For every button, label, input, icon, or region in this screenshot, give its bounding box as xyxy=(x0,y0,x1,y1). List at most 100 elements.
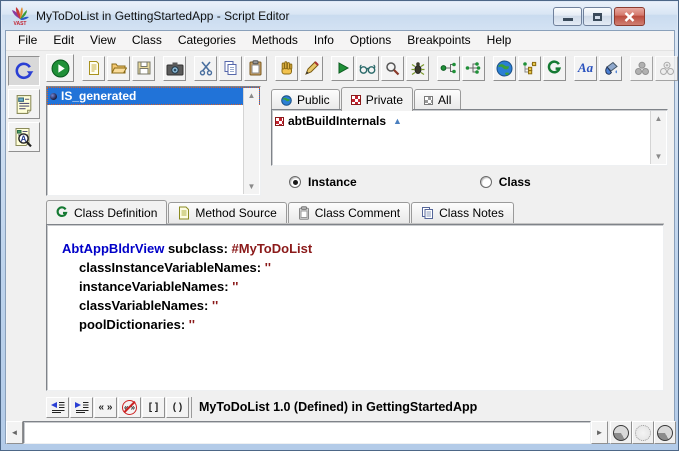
methods-list[interactable]: abtBuildInternals ▲ ▲ ▼ xyxy=(271,109,668,166)
browse-script-button[interactable]: A xyxy=(8,122,40,152)
browse-button[interactable] xyxy=(356,56,379,81)
tab-all[interactable]: All xyxy=(414,89,461,110)
new-document-icon xyxy=(86,60,102,76)
menu-class[interactable]: Class xyxy=(124,31,170,50)
process-indicator-2[interactable] xyxy=(632,421,654,444)
tab-method-source[interactable]: Method Source xyxy=(168,202,286,223)
menu-categories[interactable]: Categories xyxy=(170,31,244,50)
paint-bucket-icon xyxy=(603,61,619,76)
group-filled-button[interactable] xyxy=(630,56,653,81)
process-indicator-3[interactable] xyxy=(654,421,676,444)
tab-public-label: Public xyxy=(297,93,330,107)
tree-collapse-button[interactable] xyxy=(437,56,460,81)
parens-button[interactable]: ( ) xyxy=(166,397,189,418)
code-string: '' xyxy=(212,298,218,313)
save-button[interactable] xyxy=(132,56,155,81)
code-line: poolDictionaries: '' xyxy=(79,315,659,334)
open-button[interactable] xyxy=(107,56,130,81)
camera-icon xyxy=(166,61,184,76)
code-editor[interactable]: AbtAppBldrView subclass: #MyToDoList cla… xyxy=(46,224,664,391)
clipboard-icon xyxy=(248,60,263,76)
screenshot-button[interactable] xyxy=(163,56,186,81)
class-notes-icon xyxy=(421,206,434,220)
fill-color-button[interactable] xyxy=(599,56,622,81)
hand-icon xyxy=(279,60,294,76)
parts-hierarchy-button[interactable] xyxy=(518,56,541,81)
menu-view[interactable]: View xyxy=(82,31,124,50)
script-editor-window: VAST MyToDoList in GettingStartedApp - S… xyxy=(0,0,679,451)
menu-info[interactable]: Info xyxy=(306,31,342,50)
parts-tree-icon xyxy=(522,61,537,76)
pen-button[interactable] xyxy=(300,56,323,81)
all-icon xyxy=(424,96,433,105)
quotes-button[interactable]: « » xyxy=(94,397,117,418)
scroll-up-icon[interactable]: ▲ xyxy=(244,88,259,103)
tab-all-label: All xyxy=(438,93,451,107)
private-method-icon xyxy=(275,117,284,126)
cut-button[interactable] xyxy=(194,56,217,81)
globe-icon xyxy=(496,60,513,77)
refresh-cycle-button[interactable] xyxy=(8,56,40,86)
copy-button[interactable] xyxy=(219,56,242,81)
inspect-button[interactable] xyxy=(381,56,404,81)
menu-methods[interactable]: Methods xyxy=(244,31,306,50)
message-area[interactable] xyxy=(23,421,591,444)
tab-class-definition[interactable]: Class Definition xyxy=(46,200,167,224)
client-area: File Edit View Class Categories Methods … xyxy=(5,30,675,444)
brackets-icon: [ ] xyxy=(149,402,158,413)
scroll-left-button[interactable]: ◄ xyxy=(6,421,23,444)
outdent-button[interactable] xyxy=(46,397,69,418)
new-script-button[interactable] xyxy=(82,56,105,81)
hand-button[interactable] xyxy=(275,56,298,81)
indent-button[interactable] xyxy=(70,397,93,418)
menu-edit[interactable]: Edit xyxy=(45,31,82,50)
maximize-icon xyxy=(593,13,602,21)
menu-breakpoints[interactable]: Breakpoints xyxy=(399,31,478,50)
method-item[interactable]: abtBuildInternals ▲ xyxy=(272,112,667,130)
pie-indicator-icon xyxy=(657,425,673,441)
run-button[interactable] xyxy=(46,54,74,82)
radio-selected-icon xyxy=(289,176,301,188)
paste-button[interactable] xyxy=(244,56,267,81)
play-icon xyxy=(336,61,350,75)
parts-list-scrollbar[interactable]: ▲ ▼ xyxy=(243,88,259,194)
parens-icon: ( ) xyxy=(173,402,182,413)
menu-help[interactable]: Help xyxy=(479,31,520,50)
radio-instance[interactable]: Instance xyxy=(289,175,357,189)
menu-options[interactable]: Options xyxy=(342,31,399,50)
script-page-button[interactable] xyxy=(8,89,40,119)
scroll-right-button[interactable]: ► xyxy=(591,421,608,444)
tab-class-definition-label: Class Definition xyxy=(74,206,157,220)
group-outline-button[interactable] xyxy=(655,56,678,81)
class-definition-button[interactable] xyxy=(543,56,566,81)
web-button[interactable] xyxy=(493,56,516,81)
brackets-button[interactable]: [ ] xyxy=(142,397,165,418)
code-keyword: subclass: xyxy=(164,241,231,256)
scroll-right-icon: ► xyxy=(596,428,604,437)
font-icon: Aa xyxy=(578,60,593,76)
radio-class[interactable]: Class xyxy=(480,175,531,189)
tab-class-comment[interactable]: Class Comment xyxy=(288,202,410,223)
method-label: abtBuildInternals xyxy=(288,114,386,128)
tab-class-notes[interactable]: Class Notes xyxy=(411,202,514,223)
maximize-button[interactable] xyxy=(583,7,612,26)
minimize-button[interactable] xyxy=(553,7,582,26)
font-button[interactable]: Aa xyxy=(574,56,597,81)
no-quotes-button[interactable]: « » xyxy=(118,397,141,418)
close-button[interactable] xyxy=(614,7,645,26)
menu-file[interactable]: File xyxy=(10,31,45,50)
search-icon xyxy=(385,61,400,76)
process-indicator-1[interactable] xyxy=(610,421,632,444)
parts-list[interactable]: IS_generated ▲ ▼ xyxy=(46,86,261,196)
execute-button[interactable] xyxy=(331,56,354,81)
debug-button[interactable] xyxy=(406,56,429,81)
scroll-up-icon[interactable]: ▲ xyxy=(651,111,666,126)
radio-unselected-icon xyxy=(480,176,492,188)
methods-list-scrollbar[interactable]: ▲ ▼ xyxy=(650,111,666,164)
scroll-down-icon[interactable]: ▼ xyxy=(244,179,259,194)
list-item[interactable]: IS_generated xyxy=(47,87,260,105)
scroll-down-icon[interactable]: ▼ xyxy=(651,149,666,164)
tree-expand-button[interactable] xyxy=(462,56,485,81)
tab-public[interactable]: Public xyxy=(271,89,340,110)
tab-private[interactable]: Private xyxy=(341,87,413,111)
